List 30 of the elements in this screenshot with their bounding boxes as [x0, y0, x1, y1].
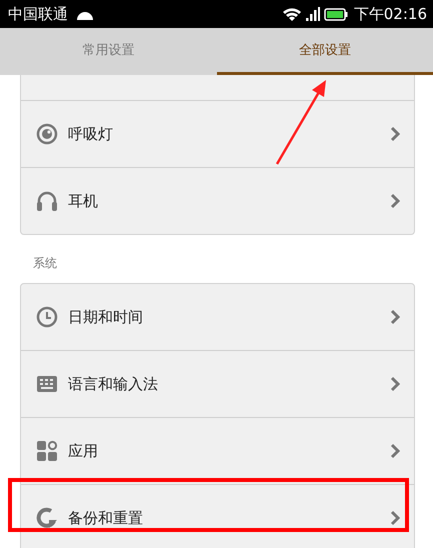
chevron-icon: [390, 309, 400, 325]
ring-icon: [36, 123, 58, 145]
settings-row[interactable]: 呼吸灯: [21, 101, 414, 168]
chevron-icon: [390, 443, 400, 459]
battery-icon: [324, 8, 348, 20]
row-label: 应用: [68, 442, 99, 460]
row-label: 呼吸灯: [68, 124, 114, 144]
chevron-icon: [390, 376, 400, 392]
settings-row[interactable]: 应用: [21, 418, 414, 485]
row-label: 耳机: [68, 192, 99, 210]
headphones-icon: [36, 190, 58, 212]
settings-row[interactable]: 耳机: [21, 168, 414, 234]
chevron-icon: [390, 126, 400, 142]
apps-icon: [36, 440, 58, 462]
carrier-name: 中国联通: [8, 4, 68, 24]
clock-icon: [36, 306, 58, 328]
settings-row[interactable]: 语言和输入法: [21, 351, 414, 418]
wifi-icon: [282, 6, 302, 22]
chevron-icon: [390, 193, 400, 209]
refresh-icon: [36, 507, 58, 529]
chevron-icon: [390, 510, 400, 526]
settings-row[interactable]: 备份和重置: [21, 485, 414, 548]
section-title: 系统: [33, 255, 57, 272]
row-label: 备份和重置: [68, 508, 144, 528]
settings-row[interactable]: 日期和时间: [21, 284, 414, 351]
row-label: 日期和时间: [68, 308, 144, 326]
clock-time: 下午02:16: [354, 4, 427, 24]
row-label: 语言和输入法: [68, 374, 159, 394]
keyboard-icon: [36, 373, 58, 395]
signal-icon: [306, 7, 320, 21]
